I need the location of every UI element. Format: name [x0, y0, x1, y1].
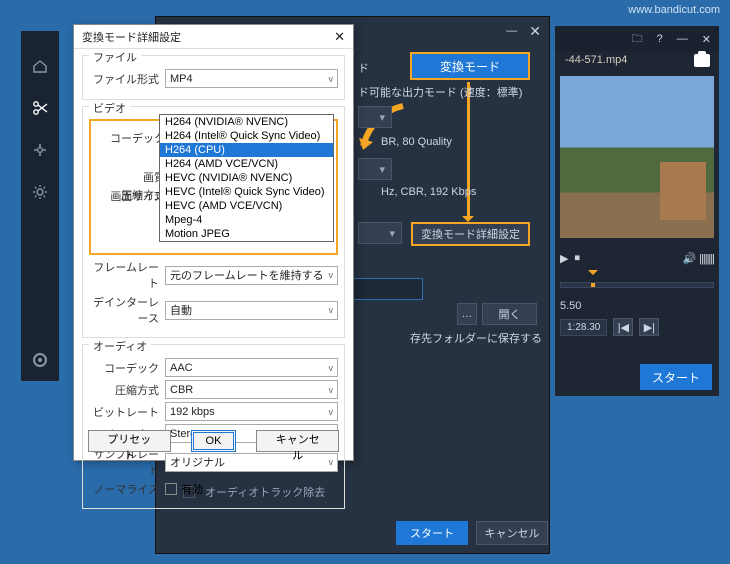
codec-dropdown[interactable]: H264 (NVIDIA® NVENC) H264 (Intel® Quick … [159, 114, 334, 242]
codec-option[interactable]: Motion JPEG [160, 227, 333, 241]
dialog-buttons: プリセット OK キャンセル [74, 430, 353, 452]
codec-option-selected[interactable]: H264 (CPU) [160, 143, 333, 157]
audio-compression-label: 圧縮方式 [89, 382, 165, 398]
chevron-down-icon: v [329, 305, 334, 315]
audio-codec-select[interactable]: AACv [165, 358, 338, 377]
scissors-icon[interactable] [31, 99, 49, 117]
preset-button[interactable]: プリセット [88, 430, 171, 452]
framerate-label: フレームレート [89, 259, 165, 291]
volume-icon: 🔊 [682, 252, 696, 265]
codec-option[interactable]: Mpeg-4 [160, 213, 333, 227]
file-group: ファイル ファイル形式 MP4v [82, 55, 345, 100]
step-next-button[interactable]: ▶| [639, 318, 659, 336]
normalize-checkbox[interactable] [165, 483, 177, 495]
record-icon[interactable] [33, 353, 47, 367]
file-format-label: ファイル形式 [89, 71, 165, 87]
codec-option[interactable]: HEVC (NVIDIA® NVENC) [160, 171, 333, 185]
codec-option[interactable]: H264 (AMD VCE/VCN) [160, 157, 333, 171]
browse-button[interactable]: 開く [482, 303, 537, 325]
ok-button[interactable]: OK [191, 430, 237, 452]
normalize-label: ノーマライズ [89, 481, 165, 497]
close-icon[interactable]: ✕ [529, 23, 541, 40]
video-group-label: ビデオ [89, 100, 130, 116]
chevron-down-icon: ▾ [379, 163, 385, 176]
dialog-close-icon[interactable]: ✕ [334, 29, 345, 45]
close-icon[interactable]: ✕ [702, 33, 711, 46]
minimize-icon[interactable]: — [677, 33, 688, 45]
export-start-button[interactable]: スタート [396, 521, 468, 545]
play-button[interactable]: ▶ [560, 252, 568, 265]
convert-mode-button[interactable]: 変換モード [410, 52, 530, 80]
video-codec-info: BR, 80 Quality [381, 136, 452, 148]
chevron-down-icon: v [329, 74, 334, 84]
preset-select[interactable]: ▾ [358, 222, 402, 244]
home-icon[interactable] [31, 57, 49, 75]
dialog-title: 変換モード詳細設定 ✕ [74, 25, 353, 49]
volume-control[interactable]: 🔊|||||||| [682, 252, 714, 265]
video-select[interactable]: ▾ [358, 106, 392, 128]
file-group-label: ファイル [89, 49, 141, 65]
codec-option[interactable]: HEVC (AMD VCE/VCN) [160, 199, 333, 213]
audio-compression-select[interactable]: CBRv [165, 380, 338, 399]
mode-label: ド [358, 60, 369, 76]
resize-icon[interactable] [31, 141, 49, 159]
chevron-down-icon: v [329, 385, 334, 395]
timeline-labels: 5.50 [560, 300, 714, 312]
path-ellipsis-button[interactable]: … [457, 303, 477, 325]
codec-option[interactable]: H264 (NVIDIA® NVENC) [160, 115, 333, 129]
framerate-select[interactable]: 元のフレームレートを維持するv [165, 266, 338, 285]
samplerate-select[interactable]: オリジナルv [165, 453, 338, 472]
preview-titlebar: 🗀 ? — ✕ [555, 26, 719, 52]
app-sidebar [21, 31, 59, 381]
preview-start-button[interactable]: スタート [640, 364, 712, 390]
export-cancel-button[interactable]: キャンセル [476, 521, 548, 545]
chevron-down-icon: v [329, 407, 334, 417]
preview-filename: -44-571.mp4 [565, 54, 627, 66]
step-prev-button[interactable]: |◀ [613, 318, 633, 336]
time-controls: 1:28.30 |◀ ▶| [560, 318, 714, 336]
audio-group-label: オーディオ [89, 338, 151, 354]
deinterlace-label: デインターレース [89, 294, 165, 326]
deinterlace-select[interactable]: 自動v [165, 301, 338, 320]
help-icon[interactable]: ? [657, 33, 663, 45]
settings-icon[interactable] [31, 183, 49, 201]
time-field[interactable]: 1:28.30 [560, 319, 607, 336]
timeline[interactable] [560, 276, 714, 296]
convert-detail-button[interactable]: 変換モード詳細設定 [411, 222, 530, 246]
chevron-down-icon: ▾ [379, 111, 385, 124]
audio-codec-info: Hz, CBR, 192 Kbps [381, 186, 476, 198]
chevron-down-icon: v [329, 363, 334, 373]
arrow-annotation [467, 82, 470, 220]
stop-button[interactable]: ⏹ [574, 252, 580, 265]
save-folder-note: 存先フォルダーに保存する [410, 330, 542, 346]
audio-group: オーディオ コーデックAACv 圧縮方式CBRv ビットレート192 kbpsv… [82, 344, 345, 509]
file-format-select[interactable]: MP4v [165, 69, 338, 88]
output-mode-note: ド可能な出力モード (速度：標準) [358, 84, 522, 100]
timeline-marker[interactable] [591, 283, 595, 287]
playback-controls: ▶ ⏹ 🔊|||||||| [560, 252, 714, 265]
bitrate-label: ビットレート [89, 404, 165, 420]
chevron-down-icon: ▾ [389, 227, 395, 240]
cancel-button[interactable]: キャンセル [256, 430, 339, 452]
codec-option[interactable]: H264 (Intel® Quick Sync Video) [160, 129, 333, 143]
chevron-down-icon: v [329, 270, 334, 280]
chevron-down-icon: v [329, 457, 334, 467]
audio-select[interactable]: ▾ [358, 158, 392, 180]
folder-icon[interactable]: 🗀 [632, 30, 643, 49]
bitrate-select[interactable]: 192 kbpsv [165, 402, 338, 421]
codec-option[interactable]: HEVC (Intel® Quick Sync Video) [160, 185, 333, 199]
minimize-icon[interactable]: — [506, 25, 517, 37]
preview-content [660, 162, 706, 220]
convert-detail-dialog: 変換モード詳細設定 ✕ ファイル ファイル形式 MP4v ビデオ コーデック H… [73, 24, 354, 461]
camera-icon[interactable] [694, 54, 710, 67]
audio-codec-label: コーデック [89, 360, 165, 376]
video-preview [560, 76, 714, 238]
watermark: www.bandicut.com [628, 4, 720, 16]
normalize-checkbox-label: 有効 [181, 481, 203, 497]
